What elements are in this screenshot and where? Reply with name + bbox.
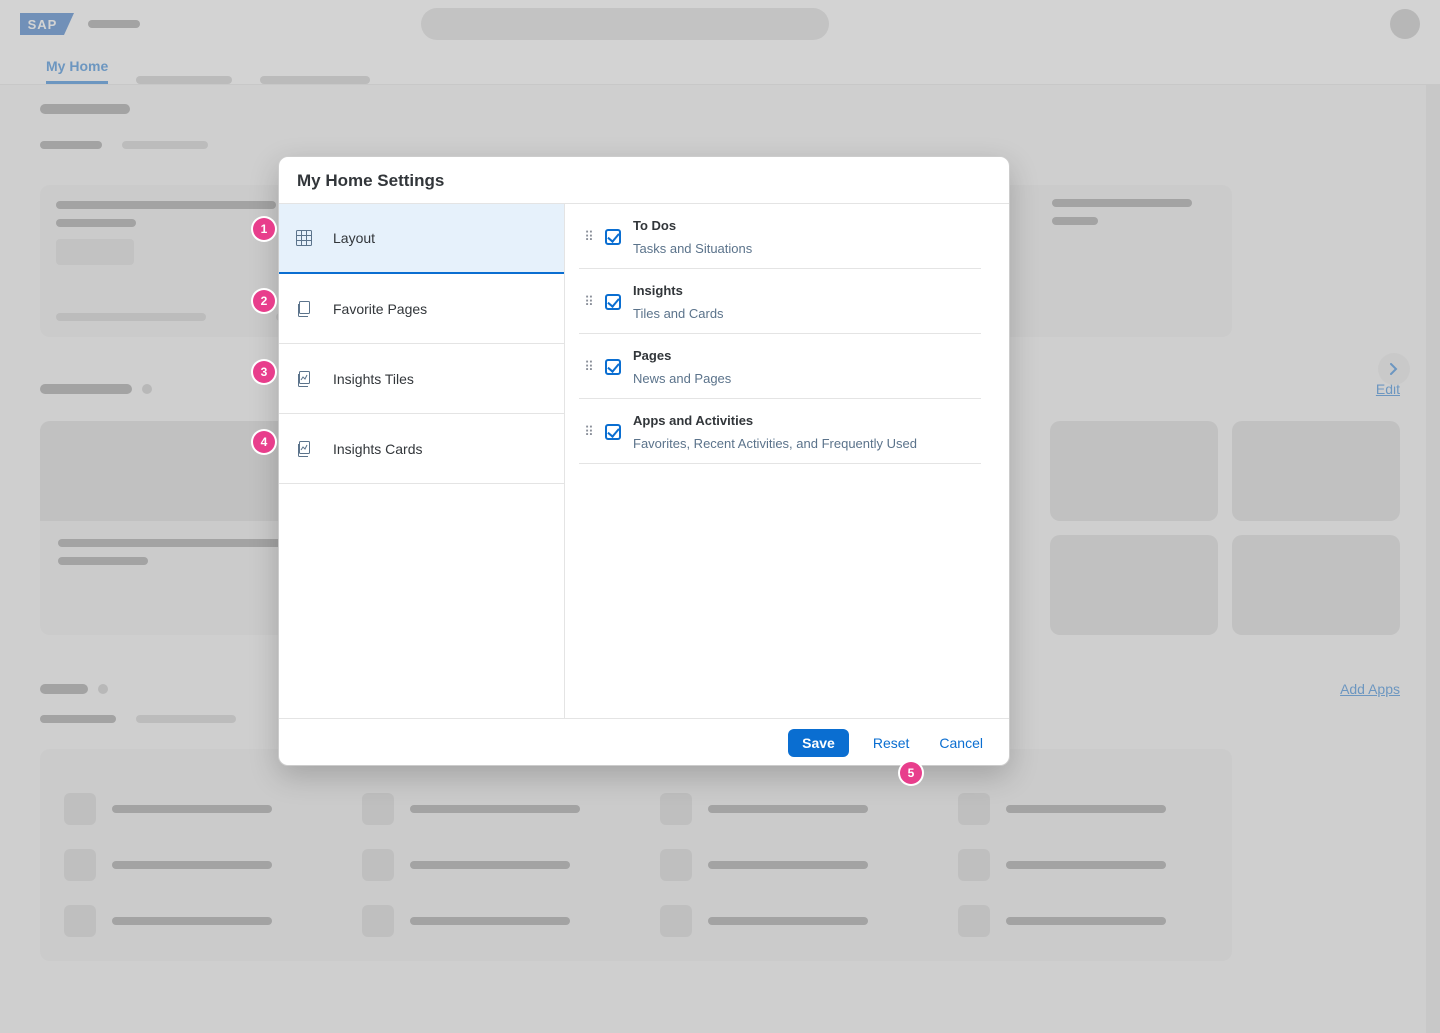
pages-icon [295, 300, 313, 318]
settings-category-label: Favorite Pages [333, 301, 427, 317]
settings-category-insights-tiles[interactable]: Insights Tiles [279, 344, 564, 414]
settings-category-label: Insights Tiles [333, 371, 414, 387]
layout-section-apps-activities: ⠿ Apps and Activities Favorites, Recent … [579, 399, 981, 464]
settings-category-layout[interactable]: Layout [279, 204, 564, 274]
drag-handle-icon[interactable]: ⠿ [583, 364, 593, 370]
settings-category-label: Insights Cards [333, 441, 422, 457]
layout-section-todos: ⠿ To Dos Tasks and Situations [579, 204, 981, 269]
settings-category-label: Layout [333, 230, 375, 246]
layout-section-title: To Dos [633, 218, 752, 233]
checkbox-checked[interactable] [605, 424, 621, 440]
layout-section-desc: Favorites, Recent Activities, and Freque… [633, 436, 917, 451]
dialog-body: Layout Favorite Pages Insights Tiles Ins… [279, 204, 1009, 718]
save-button[interactable]: Save [788, 729, 849, 757]
hotspot-4[interactable]: 4 [253, 431, 275, 453]
layout-section-title: Insights [633, 283, 724, 298]
checkbox-checked[interactable] [605, 229, 621, 245]
settings-categories-list: Layout Favorite Pages Insights Tiles Ins… [279, 204, 565, 718]
layout-section-desc: Tiles and Cards [633, 306, 724, 321]
layout-section-title: Pages [633, 348, 731, 363]
cancel-button[interactable]: Cancel [933, 729, 989, 757]
layout-section-pages: ⠿ Pages News and Pages [579, 334, 981, 399]
hotspot-5[interactable]: 5 [900, 762, 922, 784]
layout-section-title: Apps and Activities [633, 413, 917, 428]
layout-sections-list: ⠿ To Dos Tasks and Situations ⠿ Insights… [565, 204, 1009, 718]
drag-handle-icon[interactable]: ⠿ [583, 234, 593, 240]
layout-section-desc: Tasks and Situations [633, 241, 752, 256]
layout-section-insights: ⠿ Insights Tiles and Cards [579, 269, 981, 334]
layout-section-desc: News and Pages [633, 371, 731, 386]
hotspot-1[interactable]: 1 [253, 218, 275, 240]
hotspot-3[interactable]: 3 [253, 361, 275, 383]
dialog-title: My Home Settings [279, 157, 1009, 204]
checkbox-checked[interactable] [605, 359, 621, 375]
reset-button[interactable]: Reset [867, 729, 916, 757]
settings-category-favorite-pages[interactable]: Favorite Pages [279, 274, 564, 344]
dialog-footer: Save Reset Cancel [279, 718, 1009, 765]
tiles-icon [295, 370, 313, 388]
settings-category-insights-cards[interactable]: Insights Cards [279, 414, 564, 484]
grid-icon [295, 229, 313, 247]
cards-icon [295, 440, 313, 458]
drag-handle-icon[interactable]: ⠿ [583, 429, 593, 435]
hotspot-2[interactable]: 2 [253, 290, 275, 312]
my-home-settings-dialog: My Home Settings Layout Favorite Pages I… [278, 156, 1010, 766]
checkbox-checked[interactable] [605, 294, 621, 310]
drag-handle-icon[interactable]: ⠿ [583, 299, 593, 305]
